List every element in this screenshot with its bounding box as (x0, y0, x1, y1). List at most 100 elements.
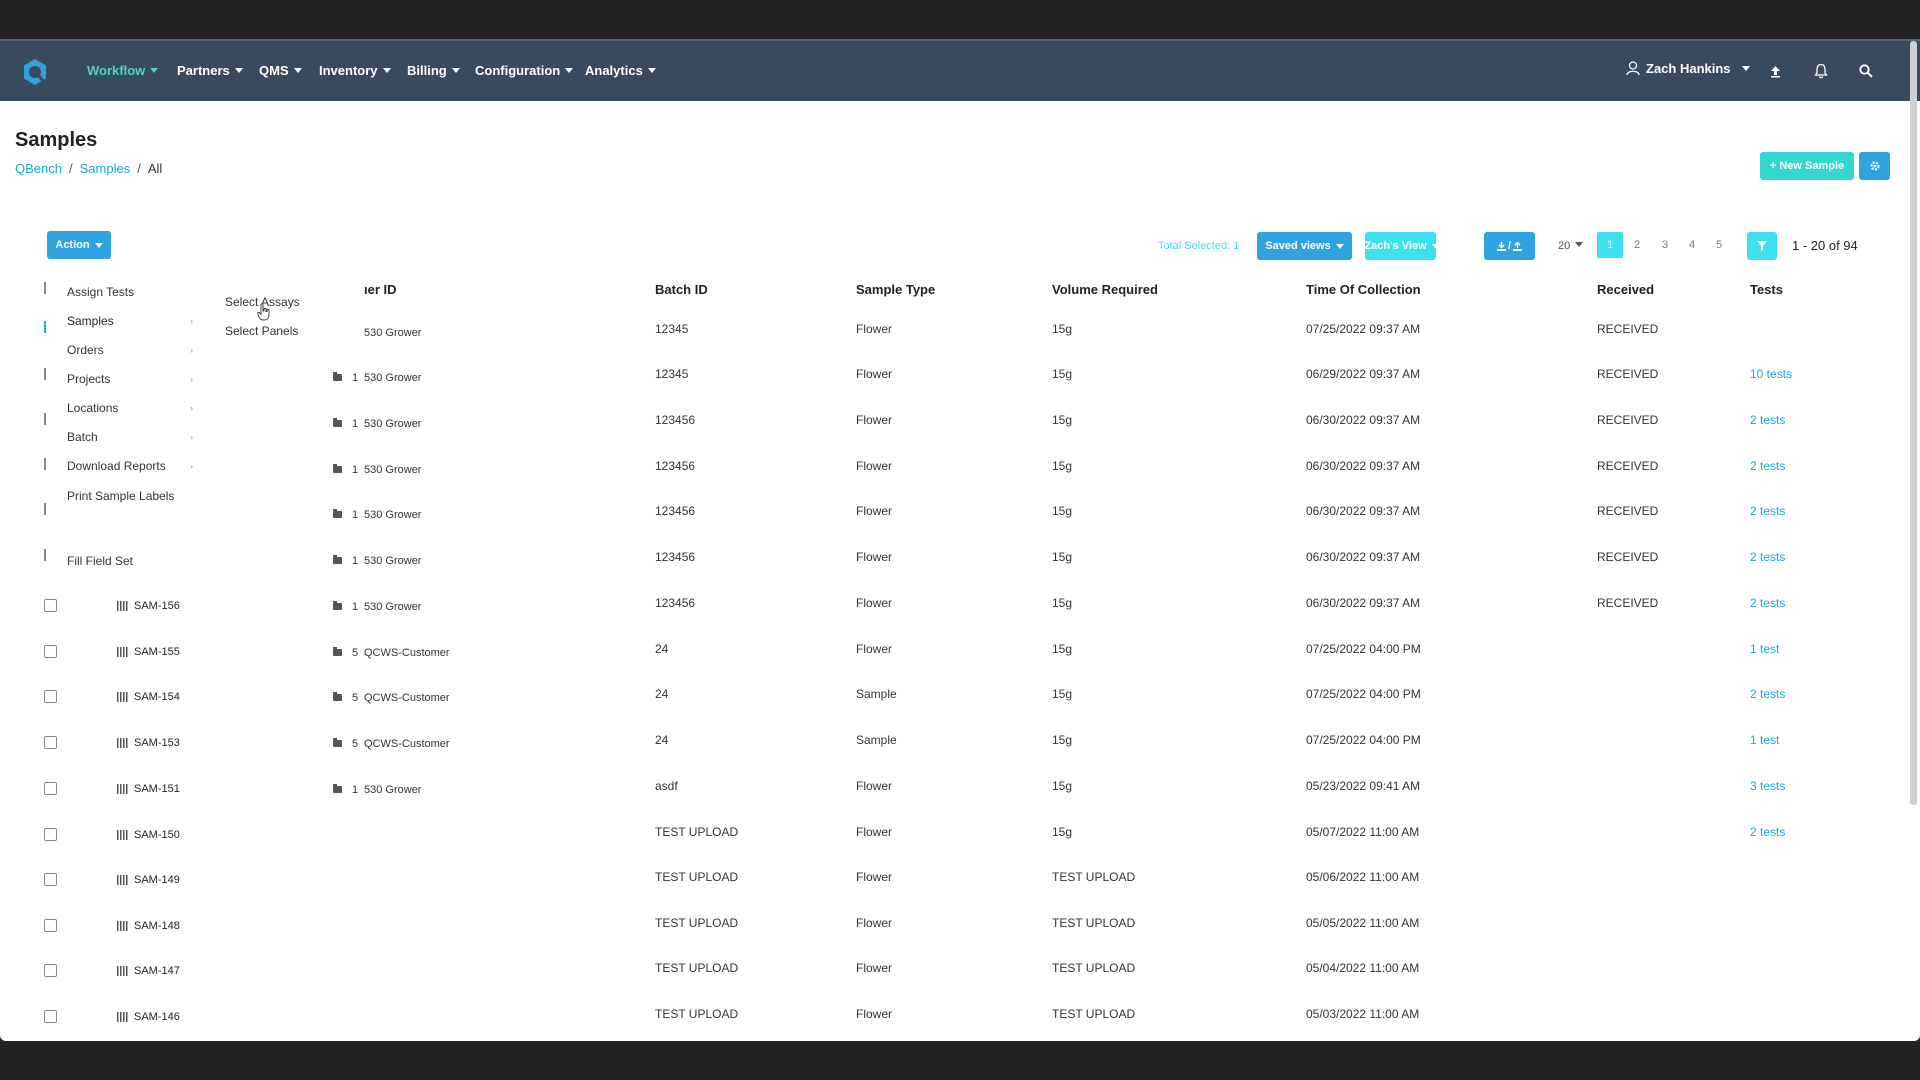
column-header-tests[interactable]: Tests (1750, 282, 1783, 297)
row-checkbox[interactable] (44, 782, 57, 795)
nav-analytics[interactable]: Analytics (585, 63, 656, 78)
sample-type: Flower (856, 642, 893, 656)
order-id[interactable]: 1 (352, 784, 358, 796)
settings-button[interactable] (1859, 152, 1890, 180)
menu-item-batch[interactable]: Batch (67, 430, 98, 444)
row-checkbox[interactable] (44, 736, 57, 749)
column-header-sample-type[interactable]: Sample Type (856, 282, 935, 297)
tests-link[interactable]: 1 test (1750, 733, 1779, 747)
bell-icon[interactable] (1814, 63, 1828, 79)
menu-item-assign-tests[interactable]: Assign Tests (67, 285, 134, 299)
action-button[interactable]: Action (47, 231, 111, 259)
user-menu[interactable]: Zach Hankins (1626, 61, 1750, 76)
menu-item-orders[interactable]: Orders (67, 343, 104, 357)
menu-item-samples[interactable]: Samples (67, 314, 114, 328)
row-checkbox[interactable] (44, 690, 57, 703)
order-id[interactable]: 5 (352, 692, 358, 704)
menu-item-download-reports[interactable]: Download Reports (67, 459, 166, 473)
menu-item-locations[interactable]: Locations (67, 401, 118, 415)
folder-icon (333, 647, 342, 656)
sample-id[interactable]: SAM-151 (134, 783, 180, 795)
folder-icon (333, 784, 342, 793)
sample-id[interactable]: SAM-153 (134, 737, 180, 749)
tests-link[interactable]: 2 tests (1750, 413, 1785, 427)
tests-link[interactable]: 2 tests (1750, 504, 1785, 518)
sample-id[interactable]: SAM-148 (134, 920, 180, 932)
order-id[interactable]: 5 (352, 738, 358, 750)
tests-link[interactable]: 2 tests (1750, 459, 1785, 473)
breadcrumb-samples[interactable]: Samples (80, 161, 131, 176)
upload-icon[interactable] (1770, 65, 1781, 78)
page-size-select[interactable]: 20 (1558, 240, 1584, 252)
order-id[interactable]: 1 (352, 555, 358, 567)
search-icon[interactable] (1859, 64, 1873, 78)
sample-type: Flower (856, 779, 893, 793)
order-id[interactable]: 1 (352, 509, 358, 521)
user-icon (1626, 61, 1640, 76)
row-checkbox[interactable] (44, 1010, 57, 1023)
sample-id[interactable]: SAM-146 (134, 1011, 180, 1023)
nav-qms[interactable]: QMS (259, 63, 302, 78)
nav-inventory[interactable]: Inventory (319, 63, 391, 78)
page-2-button[interactable]: 2 (1624, 232, 1650, 258)
nav-workflow[interactable]: Workflow (87, 63, 159, 78)
page-4-button[interactable]: 4 (1679, 232, 1705, 258)
submenu-item-select-panels[interactable]: Select Panels (225, 324, 298, 338)
import-export-button[interactable]: / (1484, 232, 1535, 260)
column-header-order-id[interactable]: ıer ID (364, 282, 397, 297)
order-id[interactable]: 1 (352, 601, 358, 613)
order-id[interactable]: 1 (352, 464, 358, 476)
row-checkbox[interactable] (44, 645, 57, 658)
page-1-button[interactable]: 1 (1597, 232, 1623, 258)
sample-id[interactable]: SAM-149 (134, 874, 180, 886)
batch-id: TEST UPLOAD (655, 961, 739, 975)
tests-link[interactable]: 2 tests (1750, 687, 1785, 701)
nav-partners[interactable]: Partners (177, 63, 243, 78)
barcode-icon (117, 601, 129, 611)
new-sample-button[interactable]: + New Sample (1760, 152, 1854, 180)
order-id[interactable]: 5 (352, 647, 358, 659)
row-checkbox[interactable] (44, 873, 57, 886)
qbench-logo-icon[interactable] (20, 57, 50, 87)
row-checkbox[interactable] (44, 828, 57, 841)
menu-item-projects[interactable]: Projects (67, 372, 110, 386)
breadcrumb-all: All (147, 161, 163, 176)
volume-required: TEST UPLOAD (1052, 916, 1136, 930)
column-header-time-of-collection[interactable]: Time Of Collection (1306, 282, 1421, 297)
tests-link[interactable]: 2 tests (1750, 550, 1785, 564)
page-scrollbar[interactable] (1910, 41, 1917, 805)
tests-link[interactable]: 2 tests (1750, 596, 1785, 610)
page-3-button[interactable]: 3 (1652, 232, 1678, 258)
order-id[interactable]: 1 (352, 372, 358, 384)
column-header-received[interactable]: Received (1597, 282, 1654, 297)
customer-name: 530 Grower (364, 327, 422, 339)
sample-id[interactable]: SAM-147 (134, 965, 180, 977)
nav-configuration[interactable]: Configuration (475, 63, 574, 78)
sample-type: Flower (856, 322, 893, 336)
page-5-button[interactable]: 5 (1706, 232, 1732, 258)
column-header-batch-id[interactable]: Batch ID (655, 282, 708, 297)
tests-link[interactable]: 3 tests (1750, 779, 1785, 793)
tests-link[interactable]: 1 test (1750, 642, 1779, 656)
order-id[interactable]: 1 (352, 418, 358, 430)
received-status: RECEIVED (1597, 413, 1659, 427)
column-header-volume-required[interactable]: Volume Required (1052, 282, 1158, 297)
sample-id[interactable]: SAM-150 (134, 829, 180, 841)
menu-item-print-sample-labels[interactable]: Print Sample Labels (67, 489, 174, 503)
nav-billing[interactable]: Billing (407, 63, 460, 78)
sample-id[interactable]: SAM-156 (134, 600, 180, 612)
sample-id[interactable]: SAM-154 (134, 691, 180, 703)
view-selector-button[interactable]: Zach's View (1364, 232, 1440, 260)
menu-item-fill-field-set[interactable]: Fill Field Set (67, 554, 133, 568)
breadcrumb-qbench[interactable]: QBench (15, 161, 62, 176)
tests-link[interactable]: 2 tests (1750, 825, 1785, 839)
saved-views-button[interactable]: Saved views (1257, 232, 1352, 260)
folder-icon (333, 692, 342, 701)
row-checkbox[interactable] (44, 919, 57, 932)
row-checkbox[interactable] (44, 964, 57, 977)
sample-id[interactable]: SAM-155 (134, 646, 180, 658)
tests-link[interactable]: 10 tests (1750, 367, 1792, 381)
filter-button[interactable] (1747, 232, 1777, 260)
batch-id: 24 (655, 733, 669, 747)
row-checkbox[interactable] (44, 599, 57, 612)
